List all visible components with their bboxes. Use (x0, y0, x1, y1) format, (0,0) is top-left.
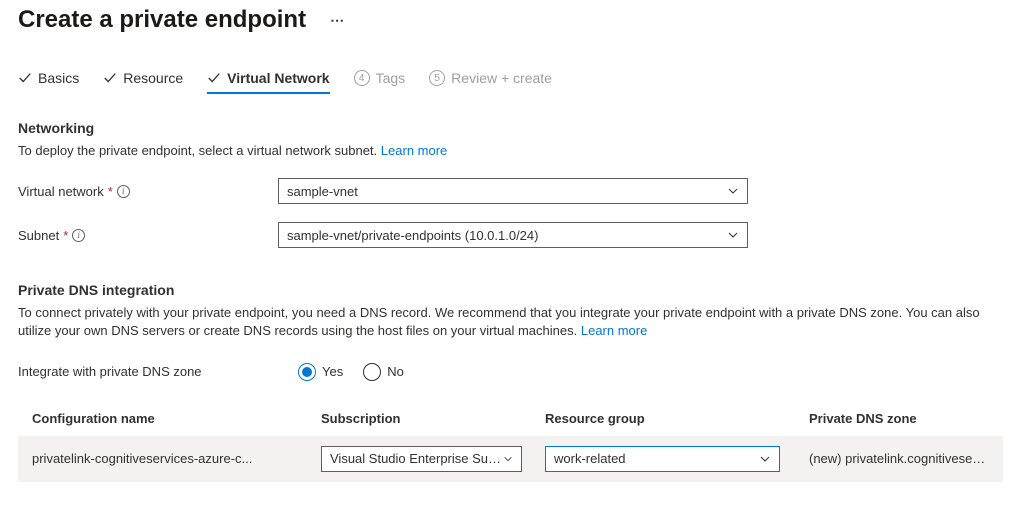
radio-no-label: No (387, 364, 404, 379)
vnet-row: Virtual network * i sample-vnet (18, 178, 1003, 204)
col-subscription: Subscription (321, 411, 531, 426)
dns-desc-text: To connect privately with your private e… (18, 305, 980, 338)
tab-label: Resource (123, 70, 183, 86)
check-icon (18, 71, 32, 85)
required-marker: * (63, 228, 68, 243)
subnet-select-value: sample-vnet/private-endpoints (10.0.1.0/… (287, 228, 538, 243)
col-resource-group: Resource group (545, 411, 795, 426)
col-dns-zone: Private DNS zone (809, 411, 989, 426)
chevron-down-icon (727, 185, 739, 197)
dns-title: Private DNS integration (18, 282, 1003, 298)
tab-tags[interactable]: 4 Tags (354, 70, 406, 94)
tab-resource[interactable]: Resource (103, 70, 183, 94)
tab-label: Tags (376, 70, 406, 86)
vnet-select[interactable]: sample-vnet (278, 178, 748, 204)
table-row: privatelink-cognitiveservices-azure-c...… (18, 436, 1003, 482)
radio-yes-label: Yes (322, 364, 343, 379)
step-number-icon: 4 (354, 70, 370, 86)
radio-dot-icon (363, 363, 381, 381)
info-icon[interactable]: i (117, 185, 130, 198)
resource-group-select-value: work-related (554, 451, 626, 466)
check-icon (103, 71, 117, 85)
integrate-radio-group: Yes No (298, 363, 404, 381)
learn-more-networking[interactable]: Learn more (381, 143, 447, 158)
cell-dns-zone: (new) privatelink.cognitiveservices.az..… (809, 451, 989, 466)
more-actions-icon[interactable]: ⋯ (330, 12, 345, 29)
tab-label: Review + create (451, 70, 552, 86)
chevron-down-icon (727, 229, 739, 241)
page-title: Create a private endpoint (18, 6, 306, 34)
vnet-label: Virtual network * i (18, 184, 278, 199)
subnet-label-text: Subnet (18, 228, 59, 243)
tab-label: Virtual Network (227, 70, 329, 86)
chevron-down-icon (503, 453, 513, 465)
integrate-label: Integrate with private DNS zone (18, 364, 298, 379)
radio-yes[interactable]: Yes (298, 363, 343, 381)
vnet-label-text: Virtual network (18, 184, 104, 199)
networking-title: Networking (18, 120, 1003, 136)
tab-review-create[interactable]: 5 Review + create (429, 70, 552, 94)
resource-group-select[interactable]: work-related (545, 446, 780, 472)
required-marker: * (108, 184, 113, 199)
vnet-select-value: sample-vnet (287, 184, 358, 199)
table-header: Configuration name Subscription Resource… (18, 401, 1003, 436)
wizard-tabs: Basics Resource Virtual Network 4 Tags 5… (18, 70, 1003, 94)
dns-config-table: Configuration name Subscription Resource… (18, 401, 1003, 482)
tab-basics[interactable]: Basics (18, 70, 79, 94)
subnet-label: Subnet * i (18, 228, 278, 243)
subnet-row: Subnet * i sample-vnet/private-endpoints… (18, 222, 1003, 248)
col-config: Configuration name (32, 411, 307, 426)
subscription-select-value: Visual Studio Enterprise Subscrip… (330, 451, 503, 466)
learn-more-dns[interactable]: Learn more (581, 323, 647, 338)
networking-desc-text: To deploy the private endpoint, select a… (18, 143, 377, 158)
info-icon[interactable]: i (72, 229, 85, 242)
dns-desc: To connect privately with your private e… (18, 304, 1003, 340)
networking-desc: To deploy the private endpoint, select a… (18, 142, 1003, 160)
radio-no[interactable]: No (363, 363, 404, 381)
check-icon (207, 71, 221, 85)
page-title-row: Create a private endpoint ⋯ (18, 0, 1003, 42)
radio-dot-icon (298, 363, 316, 381)
cell-config: privatelink-cognitiveservices-azure-c... (32, 451, 307, 466)
subscription-select[interactable]: Visual Studio Enterprise Subscrip… (321, 446, 522, 472)
tab-label: Basics (38, 70, 79, 86)
tab-virtual-network[interactable]: Virtual Network (207, 70, 329, 94)
step-number-icon: 5 (429, 70, 445, 86)
chevron-down-icon (759, 453, 771, 465)
subnet-select[interactable]: sample-vnet/private-endpoints (10.0.1.0/… (278, 222, 748, 248)
integrate-row: Integrate with private DNS zone Yes No (18, 363, 1003, 381)
